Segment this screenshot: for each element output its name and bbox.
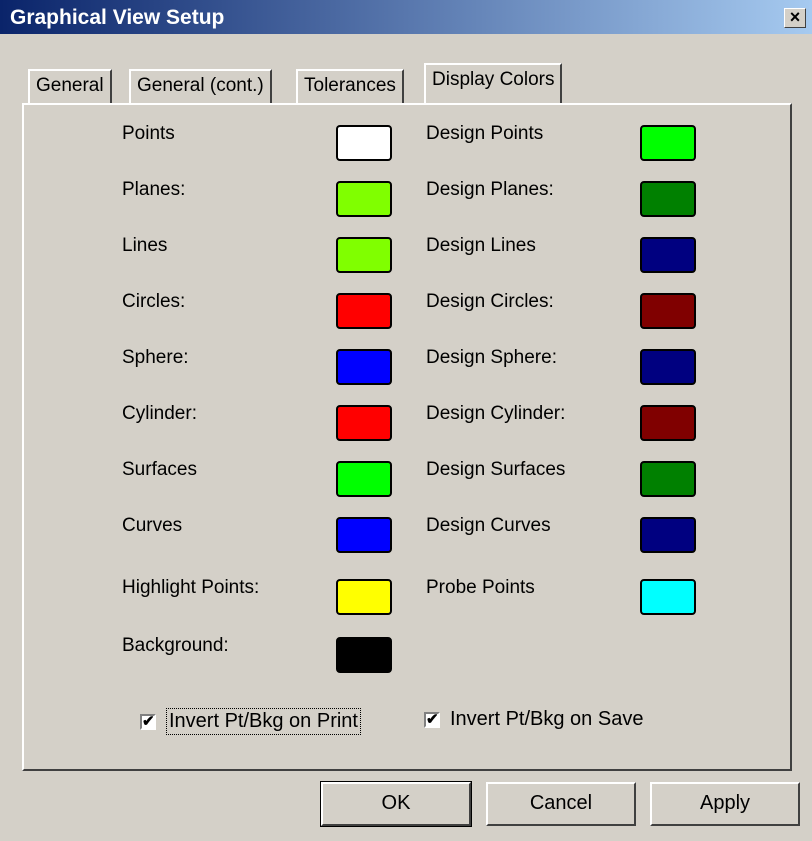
left-color-label: Sphere: [122,347,189,368]
close-button[interactable]: × [784,8,806,28]
left-color-label: Lines [122,235,168,256]
window-title: Graphical View Setup [10,6,225,29]
left-color-swatch[interactable] [336,517,392,553]
tab-general-cont[interactable]: General (cont.) [129,69,272,103]
left-color-label: Cylinder: [122,403,197,424]
right-color-label: Design Surfaces [426,459,566,480]
right-color-swatch[interactable] [640,517,696,553]
left-color-label: Highlight Points: [122,577,260,598]
left-color-swatch[interactable] [336,237,392,273]
right-color-swatch[interactable] [640,349,696,385]
left-color-label: Curves [122,515,183,536]
right-color-swatch[interactable] [640,125,696,161]
invert-print-option[interactable]: ✔ Invert Pt/Bkg on Print [140,708,361,735]
right-color-swatch[interactable] [640,579,696,615]
left-color-label: Surfaces [122,459,197,480]
right-color-swatch[interactable] [640,237,696,273]
invert-print-label: Invert Pt/Bkg on Print [166,708,361,735]
right-color-label: Design Circles: [426,291,554,312]
invert-save-checkbox[interactable]: ✔ [424,711,440,728]
tab-tolerances[interactable]: Tolerances [296,69,404,103]
left-color-swatch[interactable] [336,637,392,673]
ok-button[interactable]: OK [320,781,472,827]
left-color-label: Points [122,123,175,144]
left-color-swatch[interactable] [336,125,392,161]
left-color-swatch[interactable] [336,349,392,385]
left-color-swatch[interactable] [336,579,392,615]
tab-display-colors[interactable]: Display Colors [424,63,563,103]
cancel-button[interactable]: Cancel [486,782,636,826]
right-color-label: Probe Points [426,577,535,598]
right-color-label: Design Points [426,123,544,144]
right-color-swatch[interactable] [640,293,696,329]
apply-button[interactable]: Apply [650,782,800,826]
display-colors-panel: Points Planes: Lines Circles: Sphere: Cylinde… [22,103,792,771]
close-icon: × [789,7,801,27]
graphical-view-setup-dialog: Graphical View Setup × General General (… [0,0,812,841]
right-color-label: Design Sphere: [426,347,557,368]
invert-save-option[interactable]: ✔ Invert Pt/Bkg on Save [424,708,643,731]
left-color-label: Circles: [122,291,186,312]
right-color-swatch[interactable] [640,181,696,217]
left-color-label: Background: [122,635,229,656]
right-color-label: Design Lines [426,235,536,256]
right-color-label: Design Planes: [426,179,554,200]
right-color-label: Design Cylinder: [426,403,566,424]
invert-print-checkbox[interactable]: ✔ [140,713,156,730]
right-color-swatch[interactable] [640,461,696,497]
right-color-label: Design Curves [426,515,551,536]
left-color-swatch[interactable] [336,461,392,497]
left-color-swatch[interactable] [336,181,392,217]
title-bar: Graphical View Setup × [0,0,812,34]
left-color-swatch[interactable] [336,293,392,329]
left-color-label: Planes: [122,179,186,200]
left-color-swatch[interactable] [336,405,392,441]
tab-general[interactable]: General [28,69,112,103]
right-color-swatch[interactable] [640,405,696,441]
invert-save-label: Invert Pt/Bkg on Save [450,708,644,730]
